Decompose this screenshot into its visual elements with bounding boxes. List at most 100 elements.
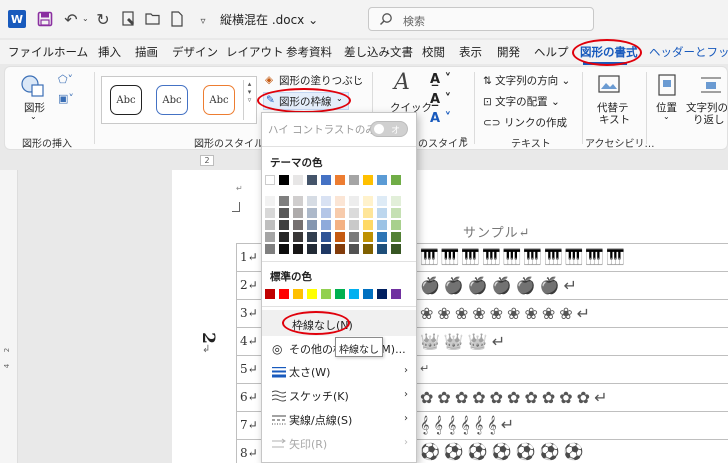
text-effects-icon[interactable]: A ˅ xyxy=(430,111,451,126)
text-box-icon[interactable]: ▣˅ xyxy=(58,92,74,105)
standard-color-swatch[interactable] xyxy=(265,289,275,299)
document-title[interactable]: 縦横混在 .docx ⌄ xyxy=(220,11,318,28)
theme-color-swatch[interactable] xyxy=(279,175,289,185)
tab-view[interactable]: 表示 xyxy=(459,44,482,60)
theme-shade-swatch[interactable] xyxy=(377,196,387,206)
dialog-launcher-icon[interactable]: ⧉ xyxy=(461,135,467,145)
theme-shade-swatch[interactable] xyxy=(349,244,359,254)
theme-shade-swatch[interactable] xyxy=(377,208,387,218)
tab-draw[interactable]: 描画 xyxy=(135,44,158,60)
theme-shade-swatch[interactable] xyxy=(307,196,317,206)
theme-shade-swatch[interactable] xyxy=(321,220,331,230)
save-icon[interactable] xyxy=(36,10,54,28)
theme-shade-swatch[interactable] xyxy=(279,196,289,206)
theme-shade-swatch[interactable] xyxy=(335,208,345,218)
tab-insert[interactable]: 挿入 xyxy=(98,44,121,60)
ruler-tab-marker[interactable]: 2 xyxy=(200,155,214,166)
theme-shade-swatch[interactable] xyxy=(349,232,359,242)
theme-shade-swatch[interactable] xyxy=(265,232,275,242)
theme-color-swatch[interactable] xyxy=(349,175,359,185)
weight-item[interactable]: 太さ(W) xyxy=(289,364,330,380)
document-heading[interactable]: サンプル↵ xyxy=(463,222,531,241)
theme-shade-swatch[interactable] xyxy=(363,208,373,218)
theme-shade-swatch[interactable] xyxy=(377,220,387,230)
theme-shade-swatch[interactable] xyxy=(293,208,303,218)
theme-shade-swatch[interactable] xyxy=(279,232,289,242)
standard-color-swatch[interactable] xyxy=(363,289,373,299)
theme-color-swatch[interactable] xyxy=(335,175,345,185)
tab-layout[interactable]: レイアウト xyxy=(226,44,284,60)
tab-header-footer[interactable]: ヘッダーとフッター xyxy=(649,44,728,60)
sketch-item[interactable]: スケッチ(K) xyxy=(289,388,349,404)
tab-references[interactable]: 参考資料 xyxy=(286,44,332,60)
theme-shade-swatch[interactable] xyxy=(391,244,401,254)
theme-shade-swatch[interactable] xyxy=(349,220,359,230)
theme-shade-swatch[interactable] xyxy=(363,196,373,206)
theme-shade-swatch[interactable] xyxy=(391,220,401,230)
standard-color-swatch[interactable] xyxy=(307,289,317,299)
theme-shade-swatch[interactable] xyxy=(293,196,303,206)
standard-color-swatch[interactable] xyxy=(391,289,401,299)
standard-color-swatch[interactable] xyxy=(321,289,331,299)
theme-shade-swatch[interactable] xyxy=(265,244,275,254)
theme-color-swatch[interactable] xyxy=(377,175,387,185)
create-link-button[interactable]: ⊂⊃ リンクの作成 xyxy=(483,115,567,130)
text-outline-icon[interactable]: A̲ ˅ xyxy=(430,92,451,107)
theme-shade-swatch[interactable] xyxy=(335,196,345,206)
theme-shade-swatch[interactable] xyxy=(265,220,275,230)
theme-shade-swatch[interactable] xyxy=(307,208,317,218)
theme-color-swatch[interactable] xyxy=(321,175,331,185)
tab-file[interactable]: ファイル xyxy=(8,44,54,60)
theme-shade-swatch[interactable] xyxy=(335,232,345,242)
theme-shade-swatch[interactable] xyxy=(321,196,331,206)
style-preset-black[interactable]: Abc xyxy=(110,85,142,115)
theme-shade-swatch[interactable] xyxy=(321,244,331,254)
redo-icon[interactable]: ↻ xyxy=(94,10,112,29)
theme-color-swatch[interactable] xyxy=(391,175,401,185)
theme-shade-swatch[interactable] xyxy=(307,220,317,230)
dashes-item[interactable]: 実線/点線(S) xyxy=(289,412,352,428)
tab-developer[interactable]: 開発 xyxy=(497,44,520,60)
theme-shade-swatch[interactable] xyxy=(321,208,331,218)
theme-shade-swatch[interactable] xyxy=(335,220,345,230)
undo-dropdown-icon[interactable]: ⌄ xyxy=(82,14,89,23)
theme-shade-swatch[interactable] xyxy=(279,220,289,230)
new-document-icon[interactable] xyxy=(168,10,186,28)
tab-mailings[interactable]: 差し込み文書 xyxy=(344,44,413,60)
theme-shade-swatch[interactable] xyxy=(293,220,303,230)
theme-shade-swatch[interactable] xyxy=(293,232,303,242)
customize-qat-icon[interactable]: ▿ xyxy=(194,12,212,30)
theme-color-swatch[interactable] xyxy=(307,175,317,185)
theme-color-swatch[interactable] xyxy=(293,175,303,185)
theme-shade-swatch[interactable] xyxy=(391,196,401,206)
theme-color-swatch[interactable] xyxy=(363,175,373,185)
tab-design[interactable]: デザイン xyxy=(172,44,218,60)
theme-color-swatch[interactable] xyxy=(265,175,275,185)
search-input[interactable]: 検索 xyxy=(368,7,594,31)
theme-shade-swatch[interactable] xyxy=(363,220,373,230)
open-folder-icon[interactable] xyxy=(144,10,162,28)
theme-shade-swatch[interactable] xyxy=(265,196,275,206)
standard-color-swatch[interactable] xyxy=(377,289,387,299)
theme-shade-swatch[interactable] xyxy=(363,244,373,254)
tab-home[interactable]: ホーム xyxy=(54,44,88,60)
style-preset-orange[interactable]: Abc xyxy=(203,85,235,115)
theme-shade-swatch[interactable] xyxy=(377,244,387,254)
theme-shade-swatch[interactable] xyxy=(307,232,317,242)
theme-shade-swatch[interactable] xyxy=(279,208,289,218)
high-contrast-toggle[interactable]: オフ xyxy=(370,121,408,149)
tab-help[interactable]: ヘルプ xyxy=(534,44,569,60)
standard-color-swatch[interactable] xyxy=(335,289,345,299)
theme-shade-swatch[interactable] xyxy=(321,232,331,242)
theme-shade-swatch[interactable] xyxy=(335,244,345,254)
standard-color-swatch[interactable] xyxy=(349,289,359,299)
theme-shade-swatch[interactable] xyxy=(391,232,401,242)
theme-shade-swatch[interactable] xyxy=(279,244,289,254)
format-painter-icon[interactable] xyxy=(120,10,138,28)
text-fill-icon[interactable]: A̲ ˅ xyxy=(430,72,451,87)
standard-color-swatch[interactable] xyxy=(279,289,289,299)
standard-color-swatch[interactable] xyxy=(293,289,303,299)
gallery-scroll[interactable]: ▴ ▾ ▿ xyxy=(243,80,255,120)
theme-shade-swatch[interactable] xyxy=(349,196,359,206)
theme-shade-swatch[interactable] xyxy=(377,232,387,242)
